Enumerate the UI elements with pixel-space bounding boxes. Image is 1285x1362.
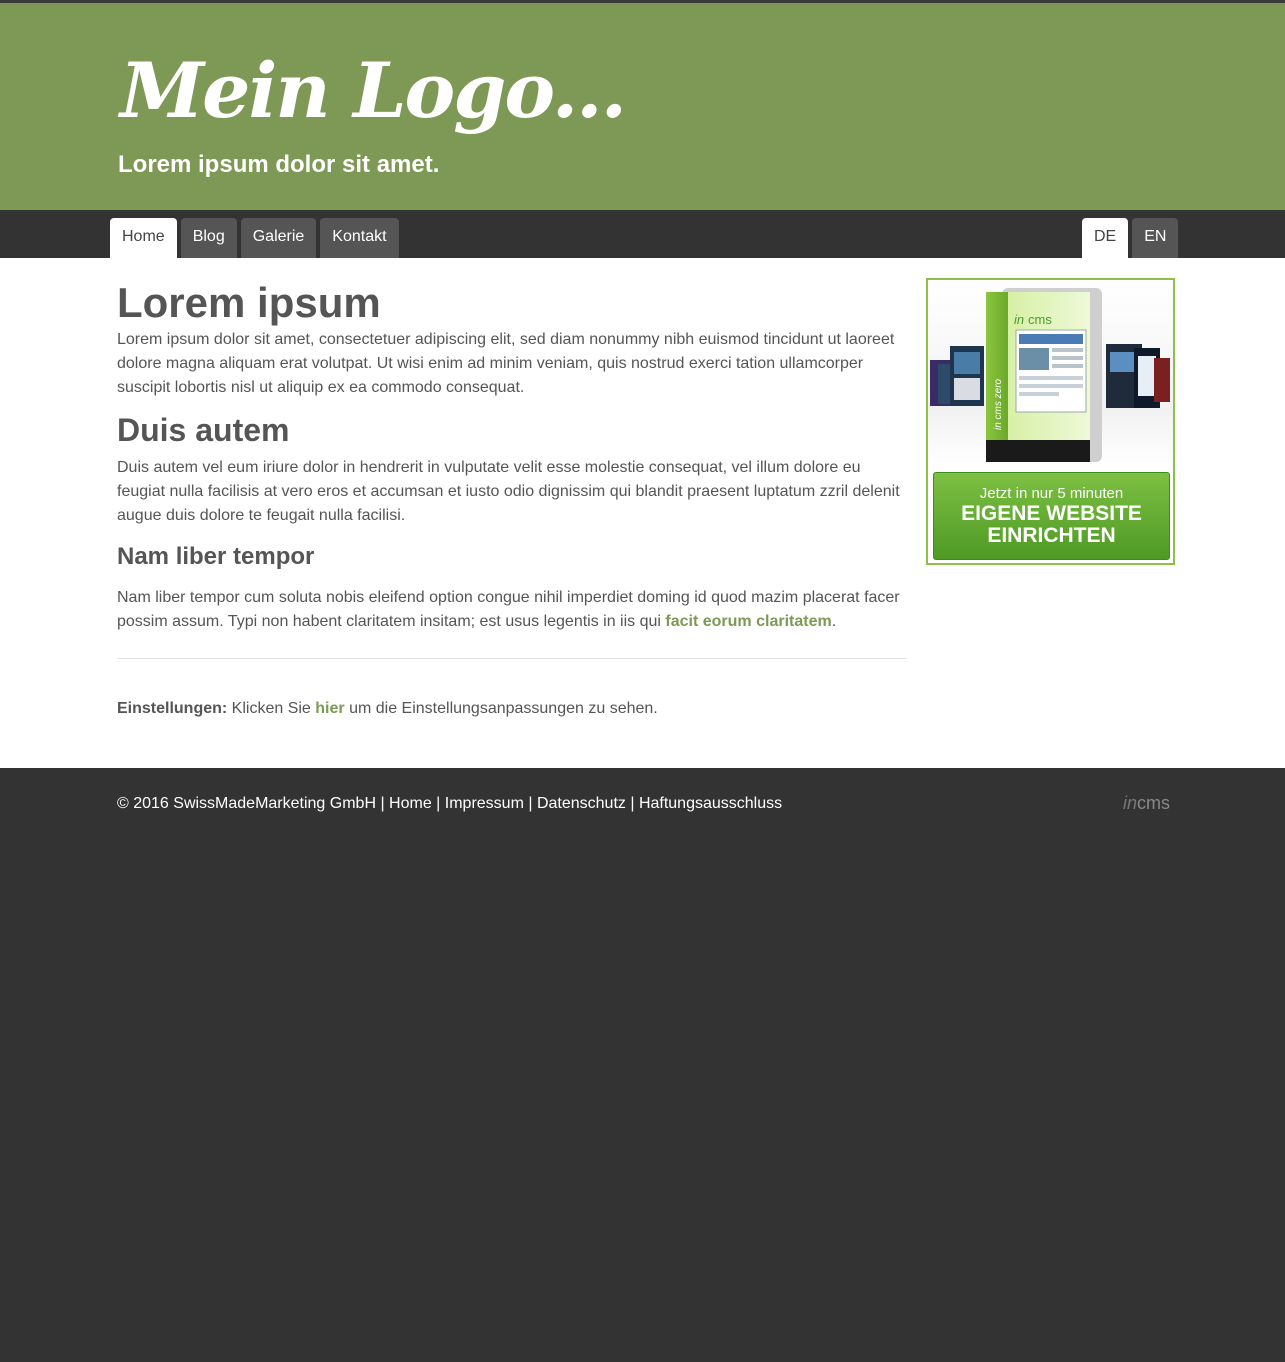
settings-text: Klicken Sie (227, 700, 316, 717)
footer-link-haftungsausschluss[interactable]: Haftungsausschluss (639, 795, 782, 812)
page-title: Lorem ipsum (117, 279, 381, 326)
nav-item-home[interactable]: Home (110, 218, 177, 258)
subsection-heading: Nam liber tempor (117, 543, 315, 570)
intro-paragraph: Lorem ipsum dolor sit amet, consectetuer… (117, 331, 895, 396)
footer-links: © 2016 SwissMadeMarketing GmbH | Home | … (117, 794, 782, 814)
content-divider (117, 658, 907, 659)
nav-item-blog[interactable]: Blog (180, 218, 237, 258)
footer-separator: | (625, 795, 639, 812)
footer-brand-in: in (1123, 793, 1138, 813)
language-de[interactable]: DE (1082, 218, 1129, 258)
content-area: Lorem ipsum Lorem ipsum dolor sit amet, … (0, 258, 1285, 768)
site-footer: © 2016 SwissMadeMarketing GmbH | Home | … (0, 768, 1285, 1362)
nav-item-galerie[interactable]: Galerie (240, 218, 317, 258)
footer-separator: | (376, 795, 390, 812)
ad-cta-line2: EIGENE WEBSITE (961, 502, 1142, 525)
language-en[interactable]: EN (1132, 218, 1179, 258)
ad-cta-button[interactable]: Jetzt in nur 5 minuten EIGENE WEBSITE EI… (933, 472, 1170, 560)
footer-incms-logo[interactable]: incms (1123, 792, 1170, 814)
footer-separator: | (523, 795, 537, 812)
claritatem-link[interactable]: facit eorum claritatem (665, 613, 831, 630)
nav-item-kontakt[interactable]: Kontakt (320, 218, 399, 258)
settings-end: um die Einstellungsanpassungen zu sehen. (344, 700, 658, 717)
site-logo[interactable]: Mein Logo... (120, 43, 627, 139)
site-header: Mein Logo... Lorem ipsum dolor sit amet. (0, 3, 1285, 210)
footer-separator: | (431, 795, 445, 812)
nav-menu: Home Blog Galerie Kontakt (110, 218, 399, 258)
svg-text:cms: cms (1028, 312, 1052, 327)
footer-link-home[interactable]: Home (389, 795, 432, 812)
ad-cta-line3: EINRICHTEN (987, 524, 1116, 547)
software-box-image: in cms in cms zero (928, 280, 1173, 468)
main-navbar: Home Blog Galerie Kontakt DE EN (0, 210, 1285, 258)
settings-label: Einstellungen: (117, 700, 228, 717)
settings-note: Einstellungen: Klicken Sie hier um die E… (117, 697, 907, 721)
subsection-paragraph: Nam liber tempor cum soluta nobis eleife… (117, 586, 907, 634)
ad-cta-line1: Jetzt in nur 5 minuten (979, 485, 1124, 502)
svg-text:in: in (1014, 312, 1024, 327)
subsection-end: . (831, 613, 837, 630)
language-switcher: DE EN (1082, 218, 1179, 258)
section-paragraph: Duis autem vel eum iriure dolor in hendr… (117, 459, 900, 524)
section-heading: Duis autem (117, 412, 290, 448)
footer-link-datenschutz[interactable]: Datenschutz (537, 795, 626, 812)
footer-brand-cms: cms (1137, 793, 1171, 813)
settings-link[interactable]: hier (315, 700, 344, 717)
footer-link-impressum[interactable]: Impressum (445, 795, 524, 812)
main-content: Lorem ipsum Lorem ipsum dolor sit amet, … (117, 278, 907, 721)
svg-text:in cms zero: in cms zero (993, 378, 1004, 430)
site-tagline: Lorem ipsum dolor sit amet. (118, 151, 440, 178)
incms-ad-banner[interactable]: in cms in cms zero Jetzt in nur 5 minute… (926, 278, 1175, 565)
footer-copyright: © 2016 SwissMadeMarketing GmbH (117, 795, 376, 812)
